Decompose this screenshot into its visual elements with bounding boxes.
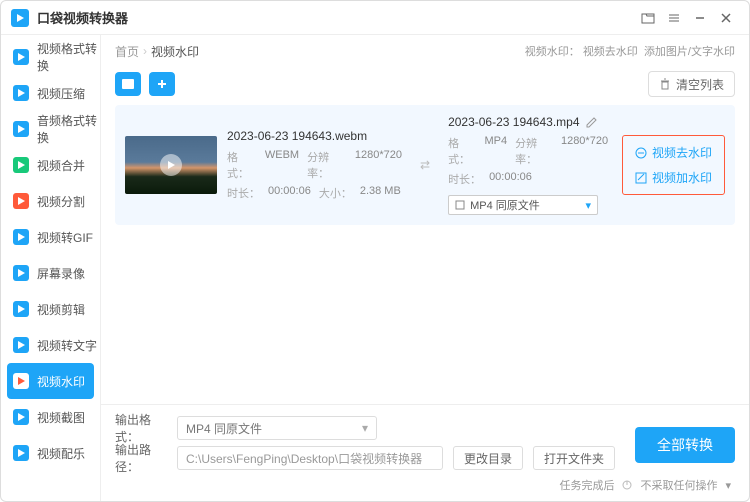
after-task-label: 任务完成后 [559,477,614,493]
sidebar-icon [13,373,29,389]
remove-watermark-icon [635,147,647,159]
sidebar-item-label: 视频转GIF [37,229,93,246]
add-file-button[interactable] [115,72,141,96]
sidebar-icon [13,229,29,245]
sidebar-icon [13,49,29,65]
sidebar-icon [13,121,29,137]
output-path-label: 输出路径： [115,441,167,475]
titlebar: 口袋视频转换器 [1,1,749,35]
app-logo-icon [11,9,29,27]
folder-icon[interactable] [635,6,661,30]
breadcrumb-home[interactable]: 首页 [115,43,139,60]
sidebar-item[interactable]: 视频分割 [1,183,100,219]
film-icon [455,200,465,210]
change-dir-button[interactable]: 更改目录 [453,446,523,470]
sidebar-icon [13,409,29,425]
source-filename: 2023-06-23 194643.webm [227,129,402,143]
row-format-select[interactable]: MP4 同原文件 ▾ [448,195,598,215]
breadcrumb: 首页 › 视频水印 视频水印： 视频去水印 添加图片/文字水印 [101,35,749,67]
sidebar-item[interactable]: 视频水印 [7,363,94,399]
close-icon[interactable] [713,6,739,30]
sidebar-icon [13,157,29,173]
sidebar-item-label: 视频分割 [37,193,85,210]
sidebar-item[interactable]: 屏幕录像 [1,255,100,291]
sidebar-item-label: 屏幕录像 [37,265,85,282]
sidebar-item-label: 视频压缩 [37,85,85,102]
add-watermark-icon [635,172,647,184]
swap-icon: ⇄ [412,158,438,172]
sidebar-item[interactable]: 视频格式转换 [1,39,100,75]
output-path-input[interactable]: C:\Users\FengPing\Desktop\口袋视频转换器 [177,446,443,470]
open-dir-button[interactable]: 打开文件夹 [533,446,615,470]
convert-all-button[interactable]: 全部转换 [635,427,735,463]
sidebar: 视频格式转换视频压缩音频格式转换视频合并视频分割视频转GIF 屏幕录像视频剪辑视频… [1,35,101,501]
menu-icon[interactable] [661,6,687,30]
file-row: 2023-06-23 194643.webm 格式：WEBM 分辨率：1280*… [115,105,735,225]
edit-icon[interactable] [586,117,597,128]
sidebar-item[interactable]: 视频配乐 [1,435,100,471]
sidebar-icon [13,301,29,317]
sidebar-icon [13,193,29,209]
breadcrumb-current: 视频水印 [151,43,199,60]
sidebar-item-label: 视频剪辑 [37,301,85,318]
sidebar-item-label: 音频格式转换 [37,112,100,146]
sidebar-item[interactable]: 视频剪辑 [1,291,100,327]
sidebar-item[interactable]: 音频格式转换 [1,111,100,147]
sidebar-icon [13,445,29,461]
chevron-down-icon: ▾ [725,479,731,492]
chevron-down-icon: ▾ [362,421,368,435]
sidebar-item-label: 视频合并 [37,157,85,174]
sidebar-item-label: 视频水印 [37,373,85,390]
add-watermark-button[interactable]: 视频加水印 [635,169,712,186]
app-title: 口袋视频转换器 [37,8,635,27]
video-thumbnail[interactable] [125,136,217,194]
sidebar-icon [13,85,29,101]
remove-watermark-button[interactable]: 视频去水印 [635,144,712,161]
target-filename: 2023-06-23 194643.mp4 [448,115,579,129]
output-format-select[interactable]: MP4 同原文件 ▾ [177,416,377,440]
sidebar-item[interactable]: 视频合并 [1,147,100,183]
trash-icon [659,78,671,90]
play-icon [160,154,182,176]
chevron-down-icon: ▾ [586,199,592,212]
sidebar-item-label: 视频配乐 [37,445,85,462]
sidebar-item-label: 视频格式转换 [37,40,100,74]
output-format-label: 输出格式： [115,411,167,445]
sidebar-item-label: 视频截图 [37,409,85,426]
sidebar-item-label: 视频转文字 [37,337,97,354]
sidebar-item[interactable]: 视频压缩 [1,75,100,111]
watermark-actions: 视频去水印 视频加水印 [622,135,725,195]
add-folder-button[interactable] [149,72,175,96]
clear-list-button[interactable]: 清空列表 [648,71,735,97]
sidebar-icon [13,337,29,353]
sidebar-item[interactable]: 视频转GIF [1,219,100,255]
power-icon [622,480,632,490]
minimize-icon[interactable] [687,6,713,30]
sidebar-icon [13,265,29,281]
sidebar-item[interactable]: 视频截图 [1,399,100,435]
after-task-action[interactable]: 不采取任何操作 [640,477,717,493]
sidebar-item[interactable]: 视频转文字 [1,327,100,363]
